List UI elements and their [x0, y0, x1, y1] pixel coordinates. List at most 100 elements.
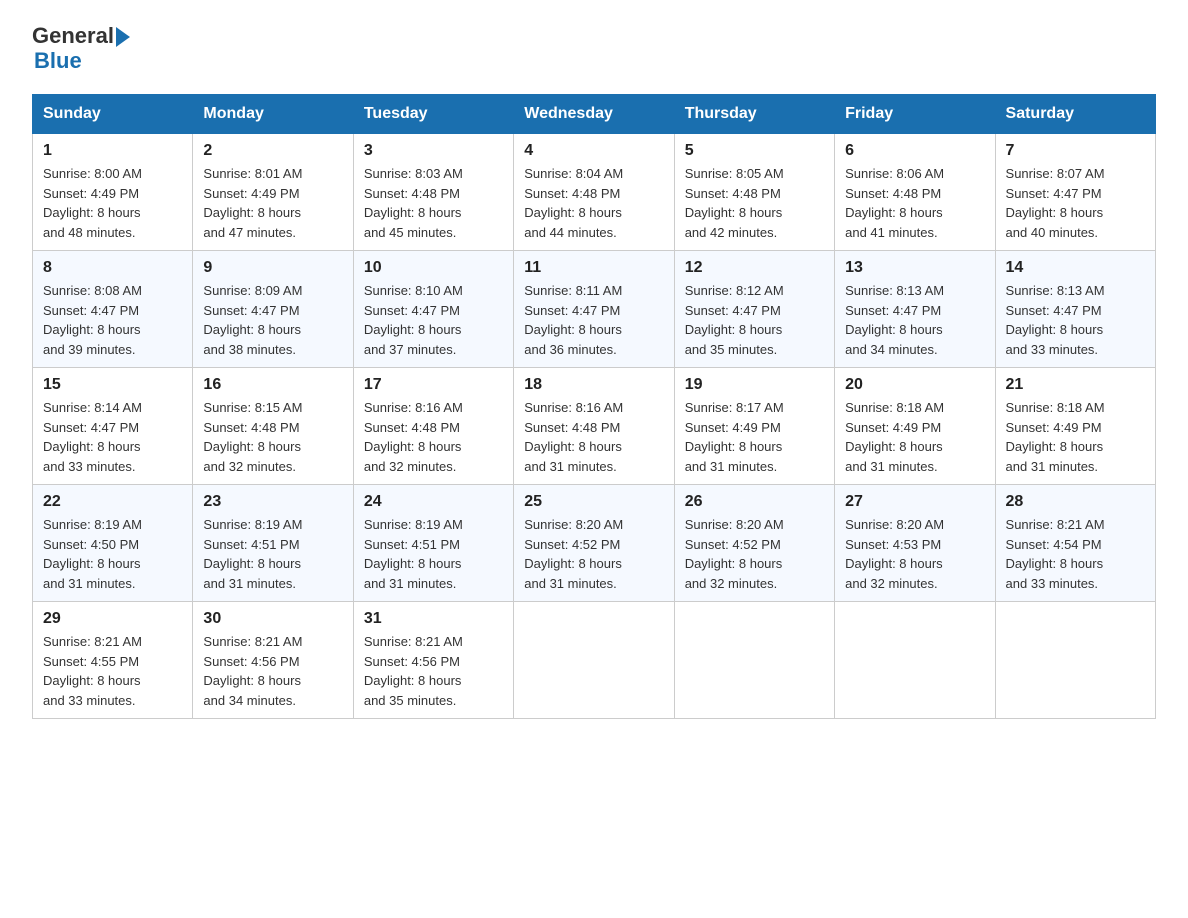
day-info: Sunrise: 8:19 AMSunset: 4:51 PMDaylight:…	[203, 515, 342, 593]
day-info: Sunrise: 8:03 AMSunset: 4:48 PMDaylight:…	[364, 164, 503, 242]
calendar-week-row: 1 Sunrise: 8:00 AMSunset: 4:49 PMDaylight…	[33, 134, 1156, 251]
weekday-header-saturday: Saturday	[995, 95, 1155, 134]
day-info: Sunrise: 8:19 AMSunset: 4:51 PMDaylight:…	[364, 515, 503, 593]
calendar-day-cell	[674, 602, 834, 719]
calendar-day-cell	[514, 602, 674, 719]
weekday-header-wednesday: Wednesday	[514, 95, 674, 134]
weekday-header-row: SundayMondayTuesdayWednesdayThursdayFrid…	[33, 95, 1156, 134]
day-info: Sunrise: 8:16 AMSunset: 4:48 PMDaylight:…	[524, 398, 663, 476]
day-number: 22	[43, 493, 182, 511]
day-number: 2	[203, 142, 342, 160]
calendar-week-row: 29 Sunrise: 8:21 AMSunset: 4:55 PMDayligh…	[33, 602, 1156, 719]
day-info: Sunrise: 8:10 AMSunset: 4:47 PMDaylight:…	[364, 281, 503, 359]
calendar-day-cell: 14Sunrise: 8:13 AMSunset: 4:47 PMDayligh…	[995, 251, 1155, 368]
day-number: 1	[43, 142, 182, 160]
day-info: Sunrise: 8:20 AMSunset: 4:53 PMDaylight:…	[845, 515, 984, 593]
day-info: Sunrise: 8:04 AMSunset: 4:48 PMDaylight:…	[524, 164, 663, 242]
calendar-day-cell: 27Sunrise: 8:20 AMSunset: 4:53 PMDayligh…	[835, 485, 995, 602]
day-info: Sunrise: 8:14 AMSunset: 4:47 PMDaylight:…	[43, 398, 182, 476]
calendar-day-cell: 20 Sunrise: 8:18 AMSunset: 4:49 PMDayligh…	[835, 368, 995, 485]
calendar-day-cell: 8Sunrise: 8:08 AMSunset: 4:47 PMDaylight…	[33, 251, 193, 368]
calendar-day-cell: 16 Sunrise: 8:15 AMSunset: 4:48 PMDayligh…	[193, 368, 353, 485]
day-number: 15	[43, 376, 182, 394]
weekday-header-monday: Monday	[193, 95, 353, 134]
calendar-day-cell	[995, 602, 1155, 719]
day-info: Sunrise: 8:21 AMSunset: 4:55 PMDaylight:…	[43, 632, 182, 710]
day-info: Sunrise: 8:07 AMSunset: 4:47 PMDaylight:…	[1006, 164, 1145, 242]
day-number: 30	[203, 610, 342, 628]
day-number: 24	[364, 493, 503, 511]
day-number: 31	[364, 610, 503, 628]
calendar-day-cell: 12 Sunrise: 8:12 AMSunset: 4:47 PMDayligh…	[674, 251, 834, 368]
day-info: Sunrise: 8:06 AMSunset: 4:48 PMDaylight:…	[845, 164, 984, 242]
calendar-day-cell: 18 Sunrise: 8:16 AMSunset: 4:48 PMDayligh…	[514, 368, 674, 485]
day-number: 13	[845, 259, 984, 277]
weekday-header-tuesday: Tuesday	[353, 95, 513, 134]
calendar-day-cell: 21 Sunrise: 8:18 AMSunset: 4:49 PMDayligh…	[995, 368, 1155, 485]
day-info: Sunrise: 8:18 AMSunset: 4:49 PMDaylight:…	[1006, 398, 1145, 476]
day-number: 26	[685, 493, 824, 511]
calendar-day-cell: 4Sunrise: 8:04 AMSunset: 4:48 PMDaylight…	[514, 134, 674, 251]
day-info: Sunrise: 8:20 AMSunset: 4:52 PMDaylight:…	[524, 515, 663, 593]
calendar-day-cell: 22 Sunrise: 8:19 AMSunset: 4:50 PMDayligh…	[33, 485, 193, 602]
weekday-header-friday: Friday	[835, 95, 995, 134]
calendar-day-cell: 23 Sunrise: 8:19 AMSunset: 4:51 PMDayligh…	[193, 485, 353, 602]
calendar-day-cell: 25Sunrise: 8:20 AMSunset: 4:52 PMDayligh…	[514, 485, 674, 602]
day-info: Sunrise: 8:09 AMSunset: 4:47 PMDaylight:…	[203, 281, 342, 359]
weekday-header-thursday: Thursday	[674, 95, 834, 134]
day-number: 21	[1006, 376, 1145, 394]
calendar-day-cell: 28 Sunrise: 8:21 AMSunset: 4:54 PMDayligh…	[995, 485, 1155, 602]
day-info: Sunrise: 8:19 AMSunset: 4:50 PMDaylight:…	[43, 515, 182, 593]
day-number: 28	[1006, 493, 1145, 511]
calendar-day-cell: 29 Sunrise: 8:21 AMSunset: 4:55 PMDayligh…	[33, 602, 193, 719]
logo-text: General	[32, 24, 114, 48]
day-number: 19	[685, 376, 824, 394]
day-info: Sunrise: 8:21 AMSunset: 4:56 PMDaylight:…	[364, 632, 503, 710]
calendar-day-cell: 2 Sunrise: 8:01 AMSunset: 4:49 PMDaylight…	[193, 134, 353, 251]
day-info: Sunrise: 8:00 AMSunset: 4:49 PMDaylight:…	[43, 164, 182, 242]
day-number: 18	[524, 376, 663, 394]
day-number: 20	[845, 376, 984, 394]
calendar-day-cell: 10Sunrise: 8:10 AMSunset: 4:47 PMDayligh…	[353, 251, 513, 368]
day-info: Sunrise: 8:12 AMSunset: 4:47 PMDaylight:…	[685, 281, 824, 359]
day-number: 6	[845, 142, 984, 160]
calendar-day-cell: 1 Sunrise: 8:00 AMSunset: 4:49 PMDaylight…	[33, 134, 193, 251]
logo-blue-label: Blue	[34, 48, 82, 74]
day-info: Sunrise: 8:13 AMSunset: 4:47 PMDaylight:…	[845, 281, 984, 359]
day-info: Sunrise: 8:13 AMSunset: 4:47 PMDaylight:…	[1006, 281, 1145, 359]
day-number: 23	[203, 493, 342, 511]
calendar-day-cell: 17 Sunrise: 8:16 AMSunset: 4:48 PMDayligh…	[353, 368, 513, 485]
day-number: 7	[1006, 142, 1145, 160]
calendar-day-cell: 3 Sunrise: 8:03 AMSunset: 4:48 PMDaylight…	[353, 134, 513, 251]
day-info: Sunrise: 8:16 AMSunset: 4:48 PMDaylight:…	[364, 398, 503, 476]
calendar-day-cell: 15 Sunrise: 8:14 AMSunset: 4:47 PMDayligh…	[33, 368, 193, 485]
day-info: Sunrise: 8:21 AMSunset: 4:54 PMDaylight:…	[1006, 515, 1145, 593]
weekday-header-sunday: Sunday	[33, 95, 193, 134]
calendar-day-cell: 5Sunrise: 8:05 AMSunset: 4:48 PMDaylight…	[674, 134, 834, 251]
calendar-day-cell: 7 Sunrise: 8:07 AMSunset: 4:47 PMDaylight…	[995, 134, 1155, 251]
day-info: Sunrise: 8:17 AMSunset: 4:49 PMDaylight:…	[685, 398, 824, 476]
day-info: Sunrise: 8:08 AMSunset: 4:47 PMDaylight:…	[43, 281, 182, 359]
day-number: 16	[203, 376, 342, 394]
calendar-week-row: 15 Sunrise: 8:14 AMSunset: 4:47 PMDayligh…	[33, 368, 1156, 485]
day-number: 12	[685, 259, 824, 277]
day-number: 3	[364, 142, 503, 160]
day-info: Sunrise: 8:15 AMSunset: 4:48 PMDaylight:…	[203, 398, 342, 476]
calendar-day-cell: 6 Sunrise: 8:06 AMSunset: 4:48 PMDaylight…	[835, 134, 995, 251]
day-number: 29	[43, 610, 182, 628]
calendar-day-cell: 19 Sunrise: 8:17 AMSunset: 4:49 PMDayligh…	[674, 368, 834, 485]
page-header: General Blue	[32, 24, 1156, 74]
day-number: 11	[524, 259, 663, 277]
day-number: 17	[364, 376, 503, 394]
day-info: Sunrise: 8:18 AMSunset: 4:49 PMDaylight:…	[845, 398, 984, 476]
calendar-week-row: 8Sunrise: 8:08 AMSunset: 4:47 PMDaylight…	[33, 251, 1156, 368]
day-number: 5	[685, 142, 824, 160]
calendar-day-cell: 13 Sunrise: 8:13 AMSunset: 4:47 PMDayligh…	[835, 251, 995, 368]
calendar-week-row: 22 Sunrise: 8:19 AMSunset: 4:50 PMDayligh…	[33, 485, 1156, 602]
calendar-day-cell: 9Sunrise: 8:09 AMSunset: 4:47 PMDaylight…	[193, 251, 353, 368]
day-info: Sunrise: 8:01 AMSunset: 4:49 PMDaylight:…	[203, 164, 342, 242]
day-info: Sunrise: 8:11 AMSunset: 4:47 PMDaylight:…	[524, 281, 663, 359]
day-info: Sunrise: 8:20 AMSunset: 4:52 PMDaylight:…	[685, 515, 824, 593]
calendar-day-cell: 26 Sunrise: 8:20 AMSunset: 4:52 PMDayligh…	[674, 485, 834, 602]
logo: General Blue	[32, 24, 130, 74]
